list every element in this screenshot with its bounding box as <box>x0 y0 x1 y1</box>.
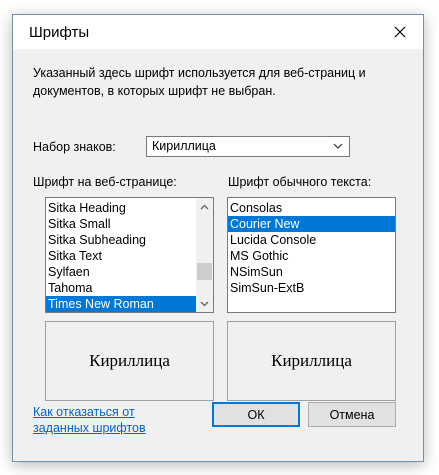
list-item-selected[interactable]: Courier New <box>228 216 395 232</box>
list-item[interactable]: Consolas <box>228 200 395 216</box>
chevron-up-icon <box>200 204 209 209</box>
scroll-up-button[interactable] <box>196 198 213 215</box>
scroll-thumb[interactable] <box>197 263 212 280</box>
list-item[interactable]: SimSun-ExtB <box>228 280 395 296</box>
description-line-1: Указанный здесь шрифт используется для в… <box>33 66 366 80</box>
fonts-dialog: Шрифты Указанный здесь шрифт используетс… <box>12 14 424 462</box>
web-font-scrollbar[interactable] <box>196 198 213 312</box>
list-item-selected[interactable]: Times New Roman <box>46 296 196 312</box>
list-item[interactable]: Tahoma <box>46 280 196 296</box>
description: Указанный здесь шрифт используется для в… <box>33 64 408 100</box>
web-font-label: Шрифт на веб-странице: <box>33 175 177 189</box>
cancel-button[interactable]: Отмена <box>308 402 396 427</box>
scroll-down-button[interactable] <box>196 295 213 312</box>
chevron-down-icon <box>200 301 209 306</box>
plain-font-label: Шрифт обычного текста: <box>228 175 372 189</box>
charset-label: Набор знаков: <box>33 140 116 154</box>
list-item[interactable]: Lucida Console <box>228 232 395 248</box>
close-icon <box>394 26 406 38</box>
plain-font-preview: Кириллица <box>227 321 396 401</box>
list-item[interactable]: Sitka Small <box>46 216 196 232</box>
link-line-2[interactable]: заданных шрифтов <box>33 420 178 436</box>
plain-font-list[interactable]: Consolas Courier New Lucida Console MS G… <box>227 197 396 313</box>
title-bar: Шрифты <box>13 15 423 49</box>
charset-value: Кириллица <box>152 139 216 153</box>
window-title: Шрифты <box>29 24 90 41</box>
list-item[interactable]: MS Gothic <box>228 248 395 264</box>
link-line-1[interactable]: Как отказаться от <box>33 404 178 420</box>
chevron-down-icon <box>333 143 343 149</box>
list-item[interactable]: Sitka Heading <box>46 200 196 216</box>
description-line-2: документов, в которых шрифт не выбран. <box>33 84 276 98</box>
list-item[interactable]: Sitka Text <box>46 248 196 264</box>
list-item[interactable]: Sitka Subheading <box>46 232 196 248</box>
opt-out-link[interactable]: Как отказаться от заданных шрифтов <box>33 404 178 436</box>
ok-button[interactable]: ОК <box>212 402 300 427</box>
list-item[interactable]: Sylfaen <box>46 264 196 280</box>
web-font-preview: Кириллица <box>45 321 214 401</box>
close-button[interactable] <box>377 15 423 49</box>
charset-select[interactable]: Кириллица <box>146 136 350 157</box>
web-font-list[interactable]: Sitka Heading Sitka Small Sitka Subheadi… <box>45 197 214 313</box>
list-item[interactable]: NSimSun <box>228 264 395 280</box>
